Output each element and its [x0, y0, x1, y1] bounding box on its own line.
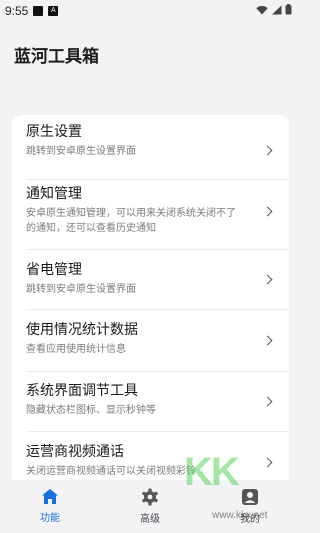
item-title: 原生设置 [26, 124, 82, 140]
status-time: 9:55 [5, 4, 29, 18]
divider [26, 371, 289, 372]
tab-label: 高级 [140, 514, 160, 525]
item-desc: 查看应用使用统计信息 [26, 344, 126, 355]
signal-icon [271, 5, 282, 18]
battery-icon [285, 4, 292, 18]
status-bar: 9:55 A [0, 0, 300, 22]
wifi-icon [256, 5, 268, 18]
status-right [256, 4, 292, 18]
tab-me[interactable]: 我的 [200, 480, 300, 533]
item-title: 系统界面调节工具 [26, 383, 138, 399]
bottom-nav: 功能 高级 我的 [0, 480, 300, 533]
list-item-notification-management[interactable]: 通知管理 安卓原生通知管理，可以用来关闭系统关闭不了的通知，还可以查看历史通知 [12, 185, 289, 249]
gear-icon [141, 488, 159, 506]
list-item-usage-stats[interactable]: 使用情况统计数据 查看应用使用统计信息 [12, 321, 289, 371]
divider [26, 249, 289, 250]
item-desc: 安卓原生通知管理，可以用来关闭系统关闭不了的通知，还可以查看历史通知 [26, 208, 236, 234]
tab-advanced[interactable]: 高级 [100, 480, 200, 533]
item-title: 通知管理 [26, 186, 82, 202]
list-item-system-ui-tuner[interactable]: 系统界面调节工具 隐藏状态栏图标、显示秒钟等 [12, 382, 289, 432]
tab-label: 功能 [40, 513, 60, 524]
profile-icon [241, 488, 259, 506]
tab-features[interactable]: 功能 [0, 480, 100, 533]
divider [26, 179, 289, 180]
home-icon [41, 488, 59, 505]
status-left: 9:55 A [5, 4, 59, 18]
item-desc: 隐藏状态栏图标、显示秒钟等 [26, 405, 156, 416]
notification-square-icon [33, 6, 44, 16]
app-title: 蓝河工具箱 [14, 47, 99, 67]
tools-card: 原生设置 跳转到安卓原生设置界面 通知管理 安卓原生通知管理，可以用来关闭系统关… [12, 115, 289, 487]
item-title: 使用情况统计数据 [26, 322, 138, 338]
item-desc: 关闭运营商视频通话可以关闭视频彩铃 [26, 466, 196, 477]
tab-label: 我的 [240, 514, 260, 525]
item-title: 运营商视频通话 [26, 444, 124, 460]
item-desc: 跳转到安卓原生设置界面 [26, 146, 136, 157]
item-title: 省电管理 [26, 262, 82, 278]
a-square-icon: A [48, 6, 59, 16]
item-desc: 跳转到安卓原生设置界面 [26, 284, 136, 295]
list-item-power-management[interactable]: 省电管理 跳转到安卓原生设置界面 [12, 261, 289, 311]
divider [26, 431, 289, 432]
divider [26, 309, 289, 310]
list-item-native-settings[interactable]: 原生设置 跳转到安卓原生设置界面 [12, 123, 289, 183]
